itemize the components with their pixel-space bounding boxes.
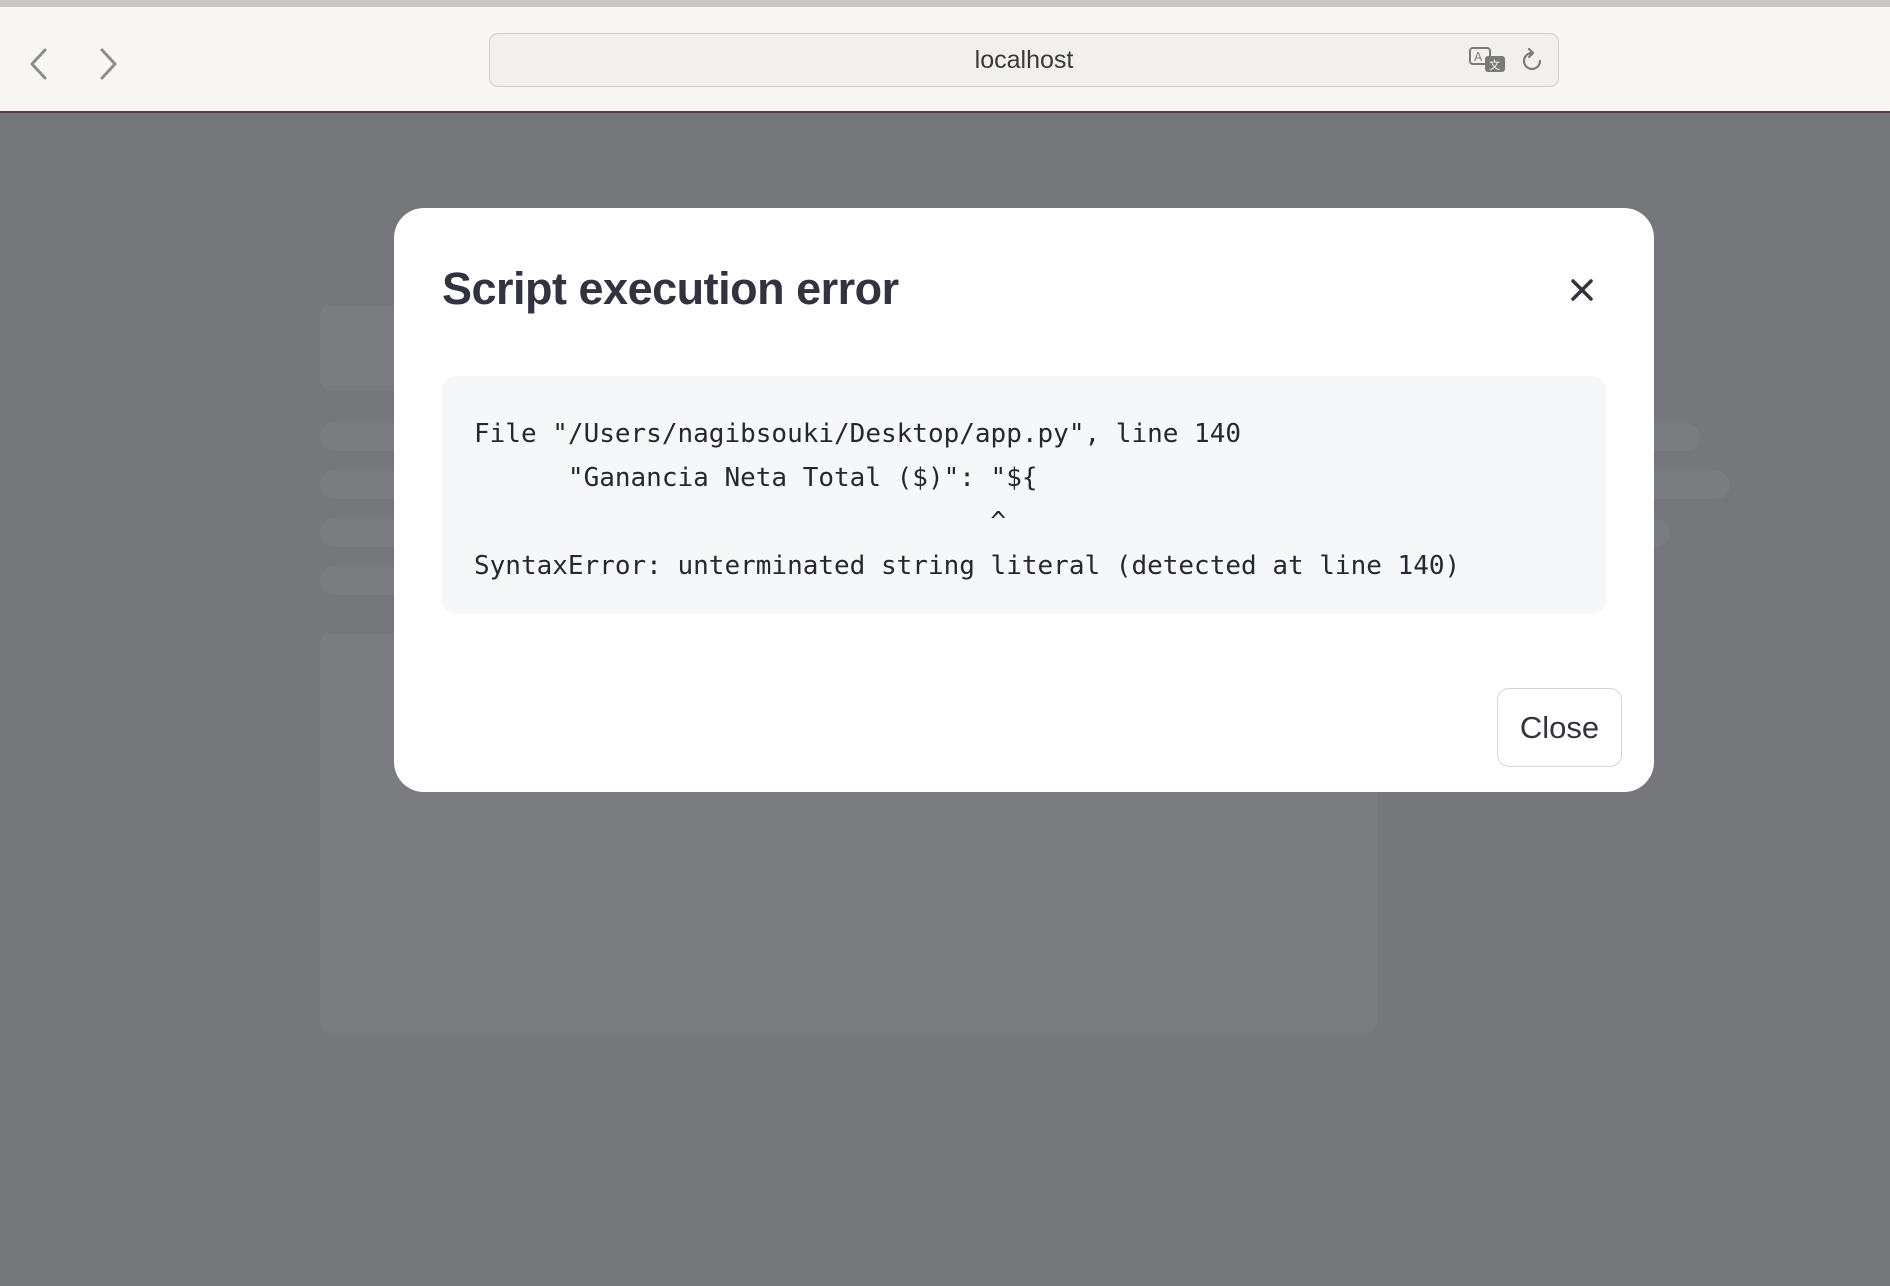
address-bar[interactable]: localhost A 文 [489,33,1559,87]
browser-toolbar: localhost A 文 [0,0,1890,113]
forward-button[interactable] [91,45,125,83]
svg-text:文: 文 [1489,58,1500,72]
code-line: "Ganancia Neta Total ($)": "${ [474,463,1038,493]
error-traceback: File "/Users/nagibsouki/Desktop/app.py",… [442,376,1606,614]
code-line: SyntaxError: unterminated string literal… [474,551,1461,581]
chevron-right-icon [100,48,117,80]
back-button[interactable] [22,45,56,83]
reload-icon[interactable] [1518,47,1546,75]
chevron-left-icon [30,48,47,80]
close-button[interactable]: Close [1497,688,1622,767]
error-modal: Script execution error File "/Users/nagi… [394,208,1654,792]
code-line: ^ [474,507,1007,537]
address-text[interactable]: localhost [490,34,1558,86]
code-line: File "/Users/nagibsouki/Desktop/app.py",… [474,419,1242,449]
svg-text:A: A [1474,50,1483,64]
translate-icon[interactable]: A 文 [1468,46,1508,76]
close-icon[interactable] [1568,276,1596,304]
modal-title: Script execution error [442,263,899,314]
